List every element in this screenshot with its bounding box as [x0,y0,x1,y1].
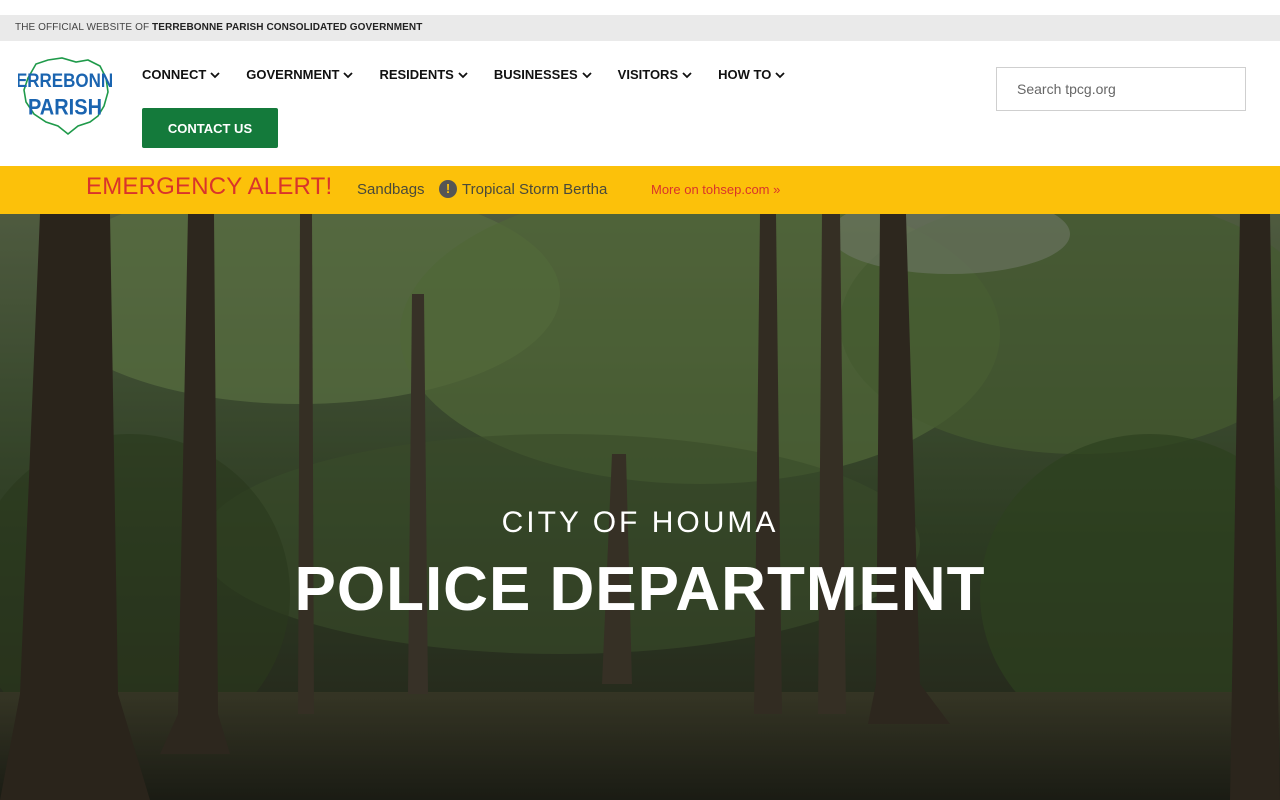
emergency-alert-bar: EMERGENCY ALERT! Sandbags ! Tropical Sto… [0,166,1280,214]
logo-line-2: PARISH [28,95,102,119]
nav-residents-label: RESIDENTS [379,67,454,82]
hero-title: POLICE DEPARTMENT [294,555,986,624]
alert-link-sandbags[interactable]: Sandbags [357,181,425,198]
logo-line-1: TERREBONNE [18,69,112,91]
alert-link-tropical-storm[interactable]: Tropical Storm Bertha [462,181,607,198]
alert-more-link[interactable]: More on tohsep.com » [651,182,780,197]
nav-how-to[interactable]: HOW TO [718,67,785,82]
nav-how-to-label: HOW TO [718,67,772,82]
chevron-down-icon [343,71,354,78]
emergency-alert-title: EMERGENCY ALERT! [86,173,333,200]
chevron-down-icon [582,71,592,78]
nav-connect-label: CONNECT [142,67,207,82]
nav-connect[interactable]: CONNECT [142,67,220,82]
hero-banner: CITY OF HOUMA POLICE DEPARTMENT [0,214,1280,800]
terrebonne-parish-logo[interactable]: TERREBONNE PARISH [6,56,124,136]
nav-visitors-label: VISITORS [617,67,679,82]
chevron-down-icon [682,71,692,78]
chevron-down-icon [210,71,220,78]
chevron-down-icon [458,71,468,78]
nav-businesses[interactable]: BUSINESSES [494,67,592,82]
nav-visitors[interactable]: VISITORS [618,67,692,82]
contact-us-button[interactable]: CONTACT US [142,108,278,148]
nav-government[interactable]: GOVERNMENT [246,67,354,82]
nav-government-label: GOVERNMENT [246,67,340,82]
chevron-down-icon [775,71,785,78]
site-header: TERREBONNE PARISH CONNECT GOVERNMENT RES… [0,41,1280,166]
exclamation-icon: ! [439,180,457,198]
official-website-prefix: THE OFFICIAL WEBSITE OF [15,22,153,33]
official-website-org: TERREBONNE PARISH CONSOLIDATED GOVERNMEN… [152,22,423,33]
parish-map-logo-icon: TERREBONNE PARISH [6,57,124,136]
nav-residents[interactable]: RESIDENTS [379,67,468,82]
main-nav: CONNECT GOVERNMENT RESIDENTS BUSINESSES … [142,67,811,82]
official-website-strip: THE OFFICIAL WEBSITE OF TERREBONNE PARIS… [0,15,1280,41]
search-input[interactable] [996,67,1246,111]
hero-subtitle: CITY OF HOUMA [501,506,779,539]
nav-businesses-label: BUSINESSES [493,67,578,82]
